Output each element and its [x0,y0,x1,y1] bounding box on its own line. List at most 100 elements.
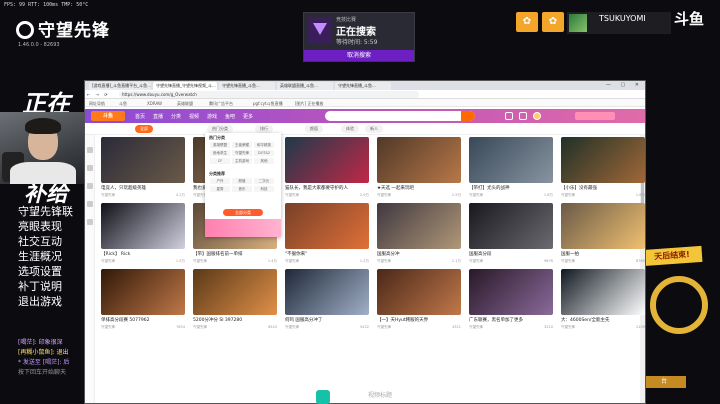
bookmark-item[interactable]: 网址导航 [89,101,105,107]
filter-experience[interactable]: 体验 [341,125,359,133]
dropdown-item[interactable]: DOTA2 [254,150,274,156]
taskbar-app-icon[interactable] [316,390,330,404]
social-group-icon[interactable]: ✿ [516,12,538,32]
stream-thumbnail[interactable] [377,137,461,183]
stream-card[interactable]: 单排高分段赛 5077962 守望先锋 7654 [101,269,185,333]
promo-banner[interactable] [575,112,615,120]
stream-title[interactable]: 国服高分冲 [377,251,461,257]
stream-title[interactable]: 何鸣 国服高分冲了 [285,317,369,323]
site-nav-fishbar[interactable]: 鱼吧 [225,113,235,120]
stream-card[interactable]: ★天选 一起来玩吧 守望先锋 2.5万 [377,137,461,201]
site-nav-home[interactable]: 首页 [135,113,145,120]
stream-thumbnail[interactable] [469,269,553,315]
menu-item-play[interactable]: 守望先锋联 [18,204,73,219]
filter-hot[interactable]: 热门分类 [207,125,233,133]
social-friends-icon[interactable]: ✿ [542,12,564,32]
stream-thumbnail[interactable] [469,203,553,249]
stream-card[interactable]: 国服高分冲 守望先锋 1.1万 [377,203,461,267]
dropdown-ad-banner[interactable] [205,219,281,237]
search-icon[interactable] [461,111,475,121]
douyu-logo[interactable]: 斗鱼 [91,111,125,121]
all-categories-button[interactable]: 全部分类 [223,209,263,216]
bookmark-item[interactable]: 腾讯广告平台 [209,101,233,107]
stream-card[interactable]: 【小乐】没有最强 守望先锋 1.6万 [561,137,645,201]
dropdown-item[interactable]: 守望先锋 [232,150,252,156]
site-nav-category[interactable]: 分类 [171,113,181,120]
stream-title[interactable]: 国服高分段 [469,251,553,257]
browser-tab-active[interactable]: 守望先锋直播_守望先锋视频_斗... [153,82,217,90]
url-input[interactable]: https://www.douyu.com/g_Overwatch [119,91,419,98]
rail-home-icon[interactable] [87,147,93,153]
dropdown-item[interactable]: 和平精英 [254,142,274,148]
stream-title[interactable]: 【带】国服排名前一单排 [193,251,277,257]
stream-thumbnail[interactable] [101,203,185,249]
browser-tab[interactable]: [游戏直播]_斗鱼直播平台_斗鱼... [89,82,151,90]
bookmark-item[interactable]: pgf.cyt斗鱼直播 [253,101,283,107]
site-nav-more[interactable]: 更多 [243,113,253,120]
bookmark-item[interactable]: XDRAW [147,101,162,106]
rail-live-icon[interactable] [87,165,93,171]
stream-thumbnail[interactable] [561,269,645,315]
stream-title[interactable]: 国服一拍 [561,251,645,257]
dropdown-item[interactable]: 绝地求生 [210,150,230,156]
menu-item-highlights[interactable]: 亮眼表现 [18,219,73,234]
stream-title[interactable]: "不服你来" [285,251,369,257]
stream-thumbnail[interactable] [561,137,645,183]
menu-item-exit[interactable]: 退出游戏 [18,294,73,309]
filter-beauty[interactable]: 颜值 [305,125,323,133]
filter-rank[interactable]: 排行 [255,125,273,133]
stream-card[interactable]: 何鸣 国服高分冲了 守望先锋 5432 [285,269,369,333]
site-search-input[interactable] [325,111,475,121]
browser-tab[interactable]: 守望先锋直播_斗鱼... [335,82,391,90]
stream-title[interactable]: 单排高分段赛 5077962 [101,317,185,323]
chat-input-hint[interactable]: 按下回车开始聊天 [18,368,69,378]
stream-thumbnail[interactable] [101,269,185,315]
dropdown-item[interactable]: 英雄联盟 [210,142,230,148]
window-controls[interactable]: — ▢ ✕ [606,82,643,88]
site-nav-games[interactable]: 游戏 [207,113,217,120]
stream-thumbnail[interactable] [377,269,461,315]
stream-card[interactable]: 【Rick】 Rick 守望先锋 1.5万 [101,203,185,267]
dropdown-item[interactable]: 星秀 [210,186,230,192]
history-icon[interactable] [505,112,513,120]
stream-title[interactable]: 【小乐】没有最强 [561,185,645,191]
rail-video-icon[interactable] [87,219,93,225]
dropdown-item[interactable]: 王者荣耀 [232,142,252,148]
filter-all[interactable]: 全部 [135,125,153,133]
stream-thumbnail[interactable] [193,269,277,315]
dropdown-item[interactable]: 户外 [210,178,230,184]
stream-card[interactable]: 广东联赛，黑名单加了更多 守望先锋 3210 [469,269,553,333]
stream-card[interactable]: 电竞人，只玩超级英雄 守望先锋 4.2万 [101,137,185,201]
stream-card[interactable]: 大：4600Sen/全能主先 守望先锋 2109 [561,269,645,333]
stream-title[interactable]: 【带打】尤头的战神 [469,185,553,191]
stream-title[interactable]: 电竞人，只玩超级英雄 [101,185,185,191]
stream-card[interactable]: 5200分冲分 Sl 397280 守望先锋 6543 [193,269,277,333]
stream-title[interactable]: ★天选 一起来玩吧 [377,185,461,191]
dropdown-item[interactable]: 颜值 [232,178,252,184]
stream-title[interactable]: 【一】天Hyut韩服的天界 [377,317,461,323]
browser-tab[interactable]: 守望先锋直播_斗鱼... [219,82,275,90]
cancel-search-button[interactable]: 取消搜索 [304,50,414,61]
player-card[interactable]: TSUKUYOMI [567,12,671,34]
stream-title[interactable]: 广东联赛，黑名单加了更多 [469,317,553,323]
dropdown-item[interactable]: CF [210,158,230,164]
stream-title[interactable]: 【Rick】 Rick [101,251,185,257]
site-nav-live[interactable]: 直播 [153,113,163,120]
rail-follow-icon[interactable] [87,201,93,207]
dropdown-item[interactable]: 科技 [254,186,274,192]
browser-tab[interactable]: 英雄联盟直播_斗鱼... [277,82,333,90]
bookmark-item[interactable]: 英雄联盟 [177,101,193,107]
menu-item-patch-notes[interactable]: 补丁说明 [18,279,73,294]
site-nav-video[interactable]: 视频 [189,113,199,120]
stream-card[interactable]: "不服你来" 守望先锋 1.2万 [285,203,369,267]
stream-card[interactable]: 猫队长，我是大家都要守护的人 守望先锋 2.9万 [285,137,369,201]
menu-item-social[interactable]: 社交互动 [18,234,73,249]
follow-icon[interactable] [519,112,527,120]
dropdown-item[interactable]: 主机游戏 [232,158,252,164]
bookmark-item[interactable]: [图片] 正在播放 [295,101,323,107]
stream-thumbnail[interactable] [285,203,369,249]
dropdown-item[interactable]: 二次元 [254,178,274,184]
menu-item-options[interactable]: 选项设置 [18,264,73,279]
nav-buttons[interactable]: ← → ⟳ [87,92,110,97]
filter-new[interactable]: 新人 [365,125,383,133]
